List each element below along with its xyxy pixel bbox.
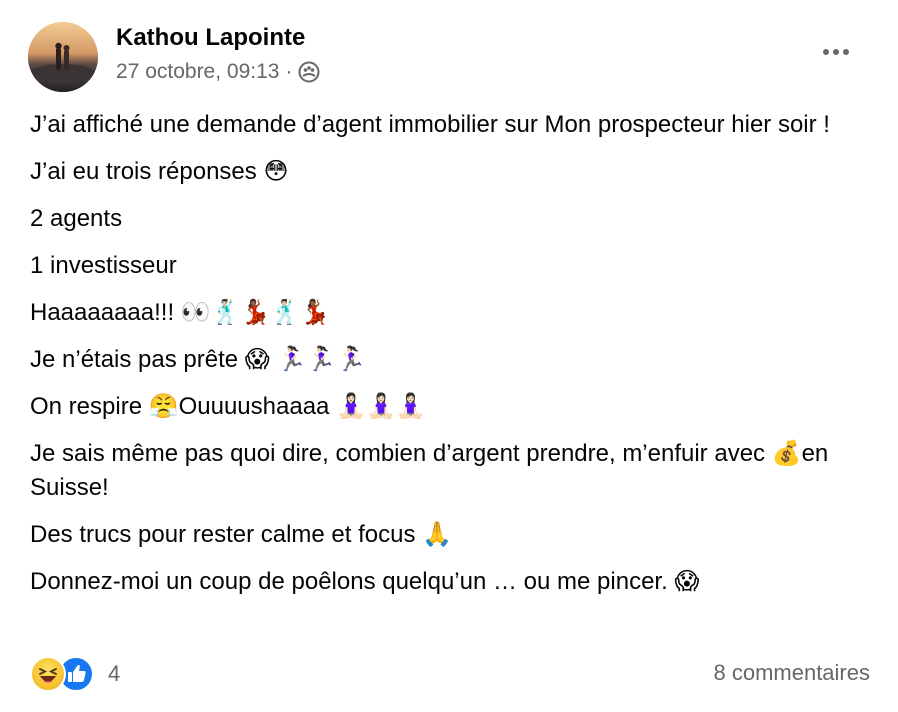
post-paragraph: 2 agents (30, 205, 123, 232)
ellipsis-dot (843, 49, 849, 55)
author-name[interactable]: Kathou Lapointe (116, 24, 305, 52)
post-timestamp[interactable]: 27 octobre, 09:13 (116, 60, 279, 84)
post-paragraph: J’ai eu trois réponses 😳 (30, 158, 289, 185)
more-options-button[interactable] (816, 40, 856, 64)
post-paragraph: Haaaaaaaa!!! 👀🕺🏻💃🏾🕺🏻💃🏾 (30, 299, 331, 326)
ellipsis-dot (833, 49, 839, 55)
post-header: Kathou Lapointe 27 octobre, 09:13 · (28, 20, 870, 92)
reactions-summary[interactable]: 4 (30, 656, 120, 692)
post-paragraph: On respire 😤Ouuuushaaaa 🧘🏻‍♀️🧘🏻‍♀️🧘🏻‍♀️ (30, 393, 426, 420)
post-paragraph: Des trucs pour rester calme et focus 🙏 (30, 521, 453, 548)
avatar-photo-icon (28, 22, 98, 92)
group-icon[interactable] (298, 61, 320, 83)
haha-reaction-icon (30, 656, 66, 692)
post-footer: 4 8 commentaires (30, 656, 870, 696)
post-card: Kathou Lapointe 27 octobre, 09:13 · J’ai… (0, 0, 898, 712)
author-avatar[interactable] (28, 22, 98, 92)
ellipsis-icon (823, 49, 829, 55)
post-paragraph: J’ai affiché une demande d’agent immobil… (30, 111, 830, 138)
comments-count-link[interactable]: 8 commentaires (713, 660, 870, 686)
post-content: J’ai affiché une demande d’agent immobil… (30, 108, 870, 612)
meta-separator: · (285, 60, 293, 83)
post-paragraph: Je n’étais pas prête 😱 🏃🏻‍♀️🏃🏻‍♀️🏃🏻‍♀️ (30, 346, 367, 373)
post-paragraph: 1 investisseur (30, 252, 177, 279)
post-paragraph: Je sais même pas quoi dire, combien d’ar… (30, 440, 829, 501)
post-paragraph: Donnez-moi un coup de poêlons quelqu’un … (30, 568, 700, 595)
post-meta: 27 octobre, 09:13 · (116, 60, 320, 84)
reaction-count: 4 (108, 661, 121, 686)
